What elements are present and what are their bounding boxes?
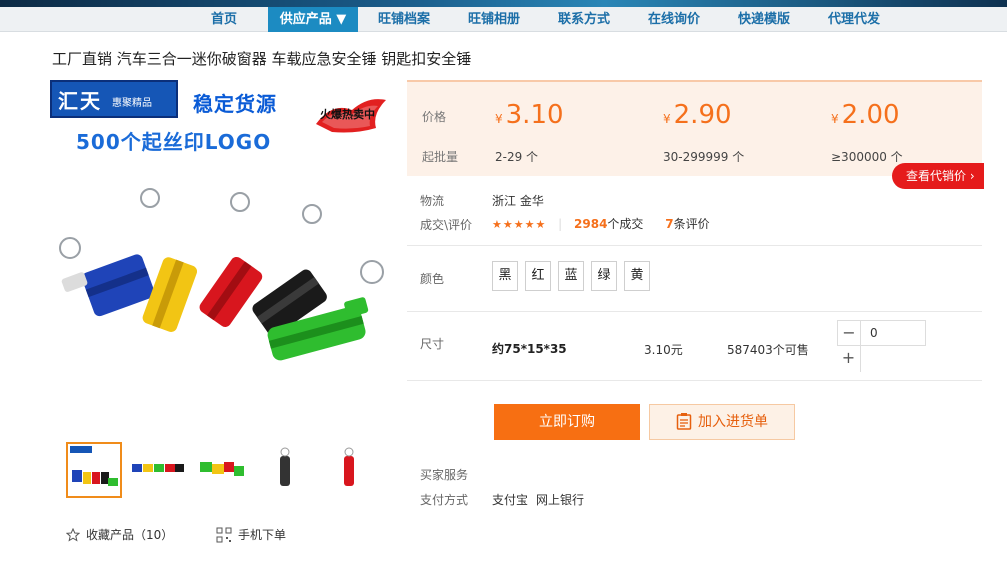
thumbnail-1[interactable] <box>66 442 122 498</box>
nav-item-profile[interactable]: 旺铺档案 <box>366 7 442 32</box>
color-label: 颜色 <box>420 272 445 286</box>
favorite-product[interactable]: 收藏产品（10） <box>66 526 173 543</box>
qty-tier-2: 30-299999 个 <box>663 150 745 164</box>
quantity-minus-button[interactable]: − <box>837 320 861 346</box>
nav-item-dropship[interactable]: 代理代发 <box>816 7 892 32</box>
thumbnail-5[interactable] <box>322 442 378 498</box>
size-stock: 587403个可售 <box>727 343 809 357</box>
size-value: 约75*15*35 <box>492 342 567 356</box>
price-label: 价格 <box>422 110 447 124</box>
nav-item-home[interactable]: 首页 <box>195 7 253 32</box>
store-nav: 首页 供应产品 ▼ 旺铺档案 旺铺相册 联系方式 在线询价 快递模版 代理代发 <box>0 7 1007 32</box>
buyer-service-label: 买家服务 <box>420 468 469 482</box>
quantity-plus-button[interactable]: + <box>837 346 861 372</box>
logistics-label: 物流 <box>420 194 445 208</box>
main-product-image[interactable]: 汇天 惠聚精品 稳定货源 500个起丝印LOGO 火爆热卖中 <box>50 80 393 398</box>
thumbnail-3[interactable] <box>194 442 250 498</box>
price-tier-2: ¥2.90 <box>663 100 732 130</box>
add-to-cart-button[interactable]: 加入进货单 <box>649 404 795 440</box>
price-tier-3: ¥2.00 <box>831 100 900 130</box>
color-option-red[interactable]: 红 <box>525 261 551 291</box>
logistics-review-row: 物流 浙江 金华 成交\评价 ★★★★★ | 2984个成交 7条评价 <box>407 176 982 246</box>
color-option-black[interactable]: 黑 <box>492 261 518 291</box>
size-unit-price: 3.10元 <box>644 343 683 357</box>
left-actions: 收藏产品（10） 手机下单 <box>66 526 326 546</box>
quantity-input[interactable] <box>860 320 926 346</box>
color-row: 颜色 黑 红 蓝 绿 黄 <box>407 246 982 311</box>
payment-label: 支付方式 <box>420 493 469 507</box>
star-icon <box>66 527 80 542</box>
payment-method-alipay: 支付宝 <box>492 493 529 507</box>
price-tier-1: ¥3.10 <box>495 100 564 130</box>
nav-item-products[interactable]: 供应产品 ▼ <box>268 7 358 32</box>
qty-tier-3: ≥300000 个 <box>831 150 903 164</box>
product-hammers-illustration <box>59 188 384 361</box>
color-option-yellow[interactable]: 黄 <box>624 261 650 291</box>
price-panel: 价格 起批量 ¥3.10 ¥2.90 ¥2.00 2-29 个 30-29999… <box>407 80 982 176</box>
qr-code-icon <box>216 527 232 542</box>
batch-label: 起批量 <box>422 150 459 164</box>
color-option-blue[interactable]: 蓝 <box>558 261 584 291</box>
mobile-order[interactable]: 手机下单 <box>216 526 286 543</box>
nav-item-contact[interactable]: 联系方式 <box>546 7 622 32</box>
favorite-label: 收藏产品（10） <box>86 528 174 542</box>
qty-tier-1: 2-29 个 <box>495 150 539 164</box>
nav-item-album[interactable]: 旺铺相册 <box>456 7 532 32</box>
product-title: 工厂直销 汽车三合一迷你破窗器 车载应急安全锤 钥匙扣安全锤 <box>52 50 472 68</box>
thumbnail-4[interactable] <box>258 442 314 498</box>
size-label: 尺寸 <box>420 337 445 351</box>
review-count[interactable]: 7 <box>665 217 673 231</box>
payment-method-bank: 网上银行 <box>536 493 585 507</box>
nav-item-shipping-template[interactable]: 快递模版 <box>726 7 802 32</box>
top-banner-strip <box>0 0 1007 7</box>
rating-stars: ★★★★★ <box>492 218 547 231</box>
color-option-green[interactable]: 绿 <box>591 261 617 291</box>
reviews-label: 成交\评价 <box>420 218 473 232</box>
mobile-order-label: 手机下单 <box>238 528 287 542</box>
deals-count[interactable]: 2984 <box>574 217 607 231</box>
thumbnail-2[interactable] <box>130 442 186 498</box>
review-summary: ★★★★★ | 2984个成交 7条评价 <box>492 217 710 231</box>
clipboard-icon <box>676 413 692 430</box>
buy-now-button[interactable]: 立即订购 <box>494 404 640 440</box>
nav-item-inquiry[interactable]: 在线询价 <box>636 7 712 32</box>
logistics-value: 浙江 金华 <box>492 194 544 208</box>
